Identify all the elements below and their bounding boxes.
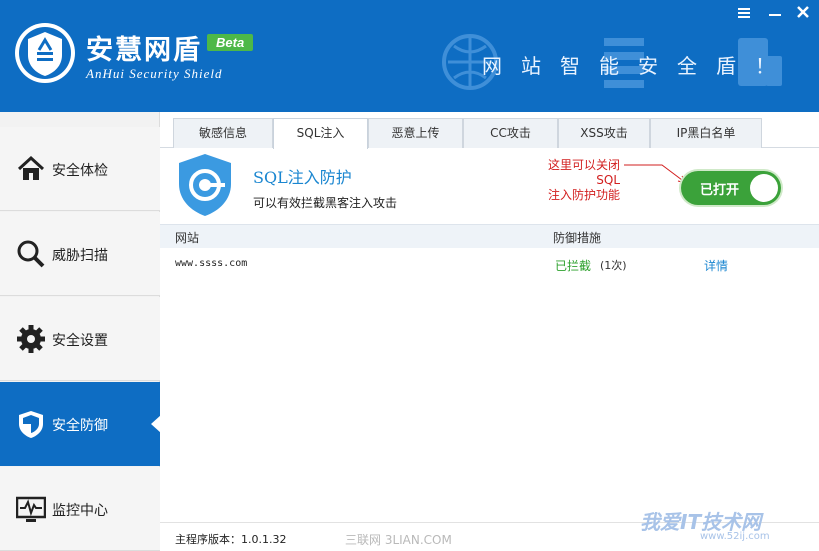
home-icon: [17, 155, 45, 180]
sql-shield-icon: [179, 154, 231, 216]
row-count: (1次): [600, 259, 627, 272]
sidebar-item-security-settings[interactable]: 安全设置: [0, 297, 160, 381]
watermark-url: www.52ij.com: [700, 531, 770, 542]
sidebar-item-label: 安全防御: [52, 418, 108, 434]
table-row: www.ssss.com 已拦截 (1次) 详情: [160, 252, 819, 276]
tab-sql-injection[interactable]: SQL注入: [273, 118, 368, 149]
column-header-site: 网站: [175, 231, 200, 245]
sidebar-item-label: 安全体检: [52, 163, 108, 179]
tab-malicious-upload[interactable]: 恶意上传: [368, 118, 463, 148]
tab-xss-attack[interactable]: XSS攻击: [558, 118, 650, 148]
tab-cc-attack[interactable]: CC攻击: [463, 118, 558, 148]
menu-icon[interactable]: [735, 4, 755, 24]
tab-sensitive-info[interactable]: 敏感信息: [173, 118, 273, 148]
sidebar-item-security-defense[interactable]: 安全防御: [0, 382, 161, 466]
monitor-icon: [16, 496, 46, 522]
app-name-en: AnHui Security Shield: [86, 66, 223, 81]
app-header: 安慧网盾 Beta AnHui Security Shield 网站智能安全盾！: [0, 0, 819, 112]
annotation-text: 这里可以关闭SQL 注入防护功能: [547, 158, 620, 202]
app-logo: [15, 23, 75, 83]
watermark-left: 三联网 3LIAN.COM: [345, 533, 452, 547]
close-icon[interactable]: [793, 4, 813, 24]
sidebar-item-label: 监控中心: [52, 503, 108, 519]
toggle-knob: [750, 174, 778, 202]
sql-protection-toggle[interactable]: 已打开: [681, 171, 781, 205]
table-header: 网站 防御措施: [160, 224, 819, 248]
app-name: 安慧网盾: [86, 35, 202, 66]
gear-icon: [17, 325, 45, 353]
shield-icon: [19, 411, 43, 438]
toggle-label: 已打开: [700, 183, 740, 198]
sidebar-item-label: 安全设置: [52, 333, 108, 349]
version-label: 主程序版本：1.0.1.32: [175, 533, 287, 546]
row-status: 已拦截: [555, 259, 592, 273]
minimize-icon[interactable]: [765, 4, 785, 24]
sidebar-item-label: 威胁扫描: [52, 248, 108, 264]
sidebar-item-health-check[interactable]: 安全体检: [0, 127, 160, 211]
slogan: 网站智能安全盾！: [482, 54, 794, 78]
sidebar: 安全体检 威胁扫描 安全设置 安全防御 监控中心: [0, 112, 161, 551]
row-site: www.ssss.com: [175, 258, 248, 269]
sidebar-item-monitor-center[interactable]: 监控中心: [0, 467, 160, 551]
column-header-defense: 防御措施: [553, 231, 602, 245]
magnifier-icon: [17, 240, 45, 268]
tab-ip-list[interactable]: IP黑白名单: [650, 118, 762, 148]
sidebar-item-threat-scan[interactable]: 威胁扫描: [0, 212, 160, 296]
beta-badge: Beta: [207, 34, 254, 51]
feature-title: SQL注入防护: [253, 168, 352, 187]
feature-description: 可以有效拦截黑客注入攻击: [253, 196, 398, 210]
details-link[interactable]: 详情: [704, 257, 728, 274]
